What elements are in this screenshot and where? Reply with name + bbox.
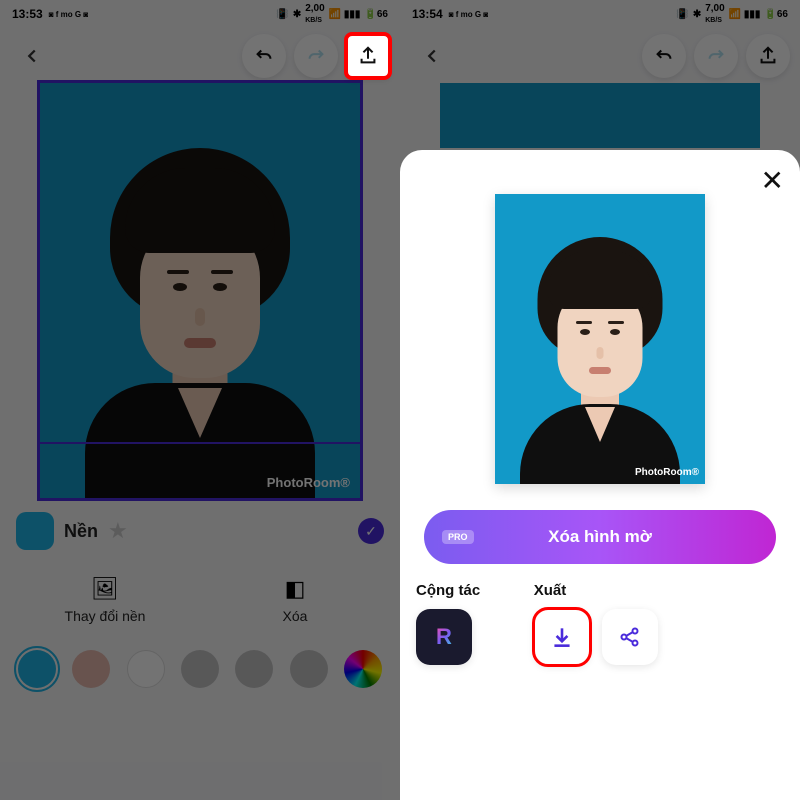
undo-button[interactable] bbox=[242, 34, 286, 78]
export-title: Xuất bbox=[534, 582, 784, 599]
change-background-label: Thay đổi nền bbox=[65, 608, 146, 624]
download-button[interactable] bbox=[534, 609, 590, 665]
editor-toolbar bbox=[400, 28, 800, 83]
image-icon: 🖼 bbox=[91, 576, 119, 602]
export-button[interactable] bbox=[746, 34, 790, 78]
portrait-subject bbox=[520, 229, 680, 484]
export-preview: PhotoRoom® bbox=[495, 194, 705, 484]
canvas-area[interactable]: PhotoRoom® bbox=[0, 83, 400, 498]
vibrate-icon: 📳 bbox=[276, 9, 288, 20]
back-button[interactable] bbox=[410, 34, 454, 78]
color-option[interactable] bbox=[235, 650, 273, 688]
color-option[interactable] bbox=[181, 650, 219, 688]
bluetooth-icon: ✱ bbox=[693, 9, 701, 20]
signal-icon: 📶 ▮▮▮ bbox=[329, 9, 361, 20]
share-button[interactable] bbox=[602, 609, 658, 665]
status-time: 13:54 bbox=[412, 7, 443, 21]
collab-title: Cộng tác bbox=[416, 582, 534, 599]
pro-badge: PRO bbox=[442, 530, 474, 544]
status-time: 13:53 bbox=[12, 7, 43, 21]
remove-watermark-label: Xóa hình mờ bbox=[548, 527, 652, 547]
color-option[interactable] bbox=[290, 650, 328, 688]
confirm-button[interactable]: ✓ bbox=[358, 518, 384, 544]
canvas-peek bbox=[408, 83, 792, 148]
color-picker-option[interactable] bbox=[344, 650, 382, 688]
background-swatch[interactable] bbox=[16, 512, 54, 550]
status-app-icons: ◙ f mo G ◙ bbox=[49, 10, 88, 19]
color-option[interactable] bbox=[18, 650, 56, 688]
eraser-icon: ◧ bbox=[285, 576, 306, 602]
undo-button[interactable] bbox=[642, 34, 686, 78]
close-button[interactable]: ✕ bbox=[761, 164, 784, 197]
remove-watermark-button[interactable]: PRO Xóa hình mờ bbox=[424, 510, 776, 564]
color-option[interactable] bbox=[72, 650, 110, 688]
status-bar: 13:53 ◙ f mo G ◙ 📳 ✱ 2,00KB/S 📶 ▮▮▮ 🔋66 bbox=[0, 0, 400, 28]
background-label: Nền bbox=[64, 521, 98, 542]
vibrate-icon: 📳 bbox=[676, 9, 688, 20]
screen-left: 13:53 ◙ f mo G ◙ 📳 ✱ 2,00KB/S 📶 ▮▮▮ 🔋66 bbox=[0, 0, 400, 800]
editor-toolbar bbox=[0, 28, 400, 83]
redo-button[interactable] bbox=[294, 34, 338, 78]
bottom-panel: Nền ★ ✓ 🖼 Thay đổi nền ◧ Xóa bbox=[0, 498, 400, 698]
color-palette bbox=[16, 650, 384, 688]
export-button[interactable] bbox=[346, 34, 390, 78]
status-bar: 13:54 ◙ f mo G ◙ 📳 ✱ 7,00KB/S 📶 ▮▮▮ 🔋66 bbox=[400, 0, 800, 28]
watermark-text: PhotoRoom® bbox=[635, 467, 699, 478]
redo-button[interactable] bbox=[694, 34, 738, 78]
change-background-button[interactable]: 🖼 Thay đổi nền bbox=[16, 566, 194, 634]
net-speed: 2,00KB/S bbox=[305, 3, 324, 25]
collab-app-button[interactable]: R bbox=[416, 609, 472, 665]
bluetooth-icon: ✱ bbox=[293, 9, 301, 20]
portrait-subject bbox=[85, 138, 315, 498]
battery-icon: 🔋66 bbox=[364, 9, 388, 20]
guideline[interactable] bbox=[40, 442, 360, 444]
status-app-icons: ◙ f mo G ◙ bbox=[449, 10, 488, 19]
color-option[interactable] bbox=[127, 650, 165, 688]
app-logo-icon: R bbox=[436, 624, 452, 650]
erase-button[interactable]: ◧ Xóa bbox=[206, 566, 384, 634]
export-modal: ✕ PhotoRoom® PRO Xóa hình mờ Cộng tác R bbox=[400, 150, 800, 800]
battery-icon: 🔋66 bbox=[764, 9, 788, 20]
screen-right: 13:54 ◙ f mo G ◙ 📳 ✱ 7,00KB/S 📶 ▮▮▮ 🔋66 … bbox=[400, 0, 800, 800]
favorite-icon[interactable]: ★ bbox=[108, 518, 128, 544]
net-speed: 7,00KB/S bbox=[705, 3, 724, 25]
signal-icon: 📶 ▮▮▮ bbox=[729, 9, 761, 20]
watermark-text: PhotoRoom® bbox=[267, 475, 350, 490]
back-button[interactable] bbox=[10, 34, 54, 78]
erase-label: Xóa bbox=[283, 608, 308, 624]
photo-frame[interactable]: PhotoRoom® bbox=[40, 83, 360, 498]
